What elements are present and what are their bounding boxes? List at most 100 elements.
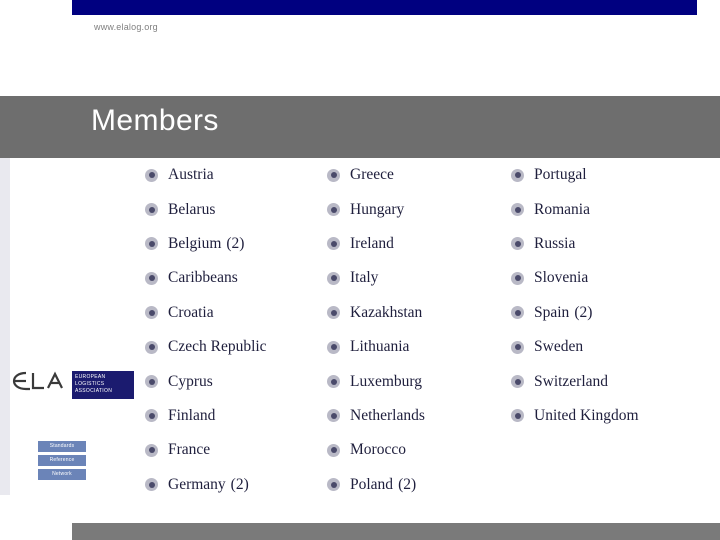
member-item: Lithuania [327, 330, 517, 364]
member-item: Sweden [511, 330, 701, 364]
sidebar-tag-reference: Reference [38, 455, 86, 466]
member-label: Lithuania [350, 338, 410, 356]
member-item: Russia [511, 227, 701, 261]
member-item: Finland [145, 399, 335, 433]
top-navy-bar [72, 0, 697, 15]
member-item: Spain (2) [511, 296, 701, 330]
member-label: United Kingdom [534, 406, 639, 424]
sidebar-tag-standards: Standards [38, 441, 86, 452]
member-label: Belgium [168, 234, 222, 252]
member-item: Netherlands [327, 399, 517, 433]
member-item: Kazakhstan [327, 296, 517, 330]
bullet-icon [327, 168, 340, 182]
bullet-icon [327, 237, 340, 251]
bullet-icon [327, 375, 340, 389]
member-label: Russia [534, 234, 576, 252]
members-column-1: Austria Belarus Belgium (2) Caribbeans Croati… [145, 158, 335, 502]
bullet-icon [327, 306, 340, 320]
member-label: Netherlands [350, 406, 425, 424]
member-label: Luxemburg [350, 372, 423, 390]
bullet-icon [145, 375, 158, 389]
member-label: Ireland [350, 234, 394, 252]
bullet-icon [327, 478, 340, 492]
member-label: Kazakhstan [350, 303, 423, 321]
bullet-icon [145, 237, 158, 251]
member-label: Spain [534, 303, 570, 321]
member-item: Poland (2) [327, 468, 517, 502]
member-item: Romania [511, 192, 701, 226]
member-count-suffix: (2) [230, 475, 249, 493]
member-label: France [168, 441, 211, 459]
bullet-icon [145, 306, 158, 320]
member-item: Portugal [511, 158, 701, 192]
bullet-icon [511, 306, 524, 320]
member-item: Hungary [327, 192, 517, 226]
member-label: Sweden [534, 338, 584, 356]
member-label: Greece [350, 166, 394, 184]
bullet-icon [145, 340, 158, 354]
member-label: Austria [168, 166, 214, 184]
member-item: Croatia [145, 296, 335, 330]
members-columns: Austria Belarus Belgium (2) Caribbeans Croati… [137, 158, 720, 495]
member-item: Ireland [327, 227, 517, 261]
website-url: www.elalog.org [94, 22, 158, 32]
member-count-suffix: (2) [398, 475, 417, 493]
member-count-suffix: (2) [574, 303, 593, 321]
member-item: Luxemburg [327, 364, 517, 398]
member-item: France [145, 433, 335, 467]
ela-logo-subtitle: EUROPEAN LOGISTICS ASSOCIATION [72, 371, 134, 399]
bullet-icon [145, 443, 158, 457]
left-sidebar-panel: EUROPEAN LOGISTICS ASSOCIATION Standards… [0, 158, 137, 495]
member-count-suffix: (2) [226, 234, 245, 252]
bullet-icon [511, 340, 524, 354]
member-item: Austria [145, 158, 335, 192]
member-item: Belarus [145, 192, 335, 226]
member-item: United Kingdom [511, 399, 701, 433]
member-item: Czech Republic [145, 330, 335, 364]
slide: www.elalog.org Members EUROPEAN LOGISTIC… [0, 0, 720, 540]
member-item: Morocco [327, 433, 517, 467]
member-item: Slovenia [511, 261, 701, 295]
bullet-icon [511, 203, 524, 217]
bullet-icon [145, 478, 158, 492]
bullet-icon [145, 271, 158, 285]
member-item: Germany (2) [145, 468, 335, 502]
bottom-grey-bar [72, 523, 720, 540]
bullet-icon [511, 271, 524, 285]
member-label: Slovenia [534, 269, 589, 287]
page-title: Members [91, 104, 219, 137]
member-item: Caribbeans [145, 261, 335, 295]
member-item: Italy [327, 261, 517, 295]
member-label: Caribbeans [168, 269, 238, 287]
member-label: Cyprus [168, 372, 213, 390]
member-label: Romania [534, 200, 590, 218]
member-label: Finland [168, 406, 216, 424]
sidebar-tag-network: Network [38, 469, 86, 480]
bullet-icon [327, 340, 340, 354]
member-label: Hungary [350, 200, 405, 218]
member-label: Croatia [168, 303, 214, 321]
bullet-icon [327, 443, 340, 457]
member-item: Cyprus [145, 364, 335, 398]
member-label: Switzerland [534, 372, 609, 390]
member-item: Greece [327, 158, 517, 192]
bullet-icon [145, 168, 158, 182]
member-label: Czech Republic [168, 338, 267, 356]
members-column-3: Portugal Romania Russia Slovenia Spain (2) Swe… [511, 158, 701, 433]
member-label: Belarus [168, 200, 216, 218]
bullet-icon [511, 168, 524, 182]
bullet-icon [327, 409, 340, 423]
bullet-icon [511, 375, 524, 389]
member-label: Morocco [350, 441, 406, 459]
bullet-icon [511, 409, 524, 423]
member-label: Poland [350, 475, 394, 493]
member-item: Belgium (2) [145, 227, 335, 261]
ela-logo: EUROPEAN LOGISTICS ASSOCIATION [10, 363, 134, 408]
member-label: Germany [168, 475, 226, 493]
bullet-icon [511, 237, 524, 251]
bullet-icon [327, 271, 340, 285]
bullet-icon [327, 203, 340, 217]
ela-logo-icon [12, 371, 63, 391]
member-label: Italy [350, 269, 379, 287]
members-column-2: Greece Hungary Ireland Italy Kazakhstan Lithu… [327, 158, 517, 502]
